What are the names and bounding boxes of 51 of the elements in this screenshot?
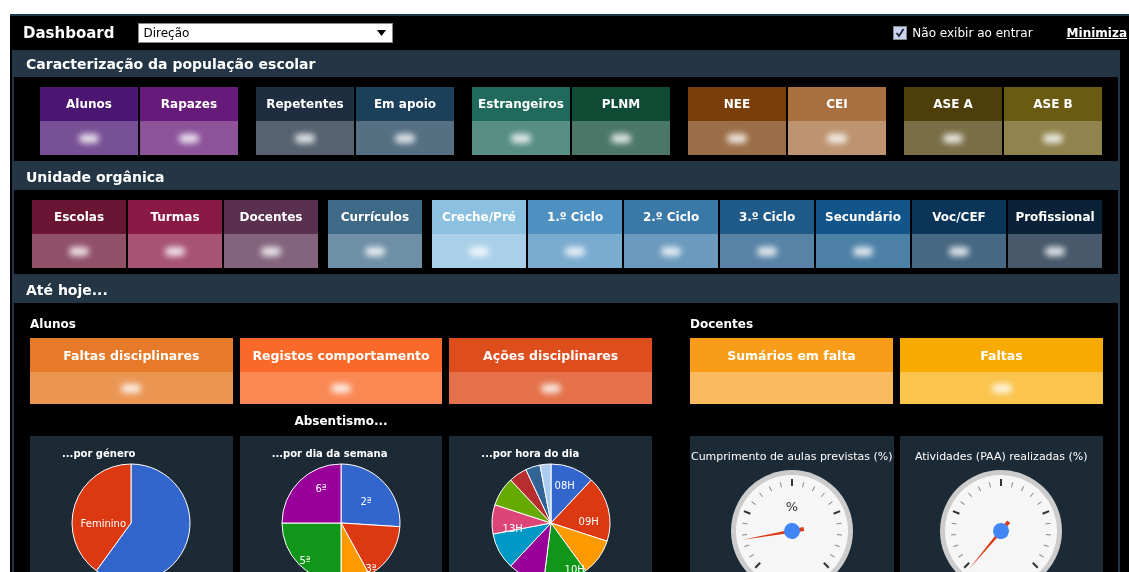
slice-label: 5ª: [299, 554, 311, 566]
blurred-value: [661, 246, 681, 256]
blurred-value: [565, 246, 585, 256]
blurred-value: [991, 383, 1012, 393]
slice-label: 09H: [578, 515, 599, 527]
blurred-value: [295, 133, 315, 143]
role-select[interactable]: Direção: [138, 23, 394, 43]
blurred-value: [121, 383, 142, 393]
subsection-title: Docentes: [690, 317, 755, 331]
blurred-value: [79, 133, 99, 143]
blurred-value: [511, 133, 531, 143]
chart-group-title: Absentismo...: [293, 414, 389, 428]
blurred-value: [179, 133, 199, 143]
slice-label: 2ª: [360, 495, 372, 507]
blurred-value: [165, 246, 185, 256]
slice-label: 6ª: [315, 482, 327, 494]
chart-title: ...por hora do dia: [481, 448, 580, 459]
blurred-value: [757, 246, 777, 256]
blurred-value: [943, 133, 963, 143]
subsection-title: Alunos: [30, 317, 77, 331]
blurred-value: [540, 383, 561, 393]
caret-icon: [377, 30, 387, 36]
blurred-value: [1043, 133, 1063, 143]
slice-label: 10H: [564, 563, 585, 572]
slice-label: Feminino: [80, 517, 127, 529]
checkbox-label: Não exibir ao entrar: [912, 26, 1033, 40]
gauge-title: Atividades (PAA) realizadas (%): [914, 450, 1088, 463]
section-title: Caracterização da população escolar: [25, 55, 317, 74]
blurred-value: [331, 383, 351, 393]
blurred-value: [853, 246, 873, 256]
minimize-link[interactable]: Minimiza: [1066, 26, 1127, 40]
slice-label: 3ª: [365, 562, 377, 572]
blurred-value: [827, 133, 847, 143]
chart-title: ...por género: [62, 448, 136, 459]
section-title: Até hoje...: [25, 281, 109, 300]
chart-title: ...por dia da semana: [271, 448, 388, 459]
blurred-value: [261, 246, 281, 256]
blurred-value: [727, 133, 747, 143]
blurred-value: [611, 133, 631, 143]
blurred-value: [469, 246, 489, 256]
checkbox[interactable]: [893, 26, 908, 40]
slice-label: 08H: [554, 479, 575, 491]
dashboard-title: Dashboard: [23, 24, 115, 42]
blurred-value: [395, 133, 415, 143]
blurred-value: [365, 246, 385, 256]
section-title: Unidade orgânica: [25, 168, 166, 187]
blurred-value: [69, 246, 89, 256]
gauge-title: Cumprimento de aulas previstas (%): [690, 450, 893, 463]
gauge-unit: %: [785, 499, 799, 514]
blurred-value: [949, 246, 969, 256]
blurred-value: [1045, 246, 1065, 256]
